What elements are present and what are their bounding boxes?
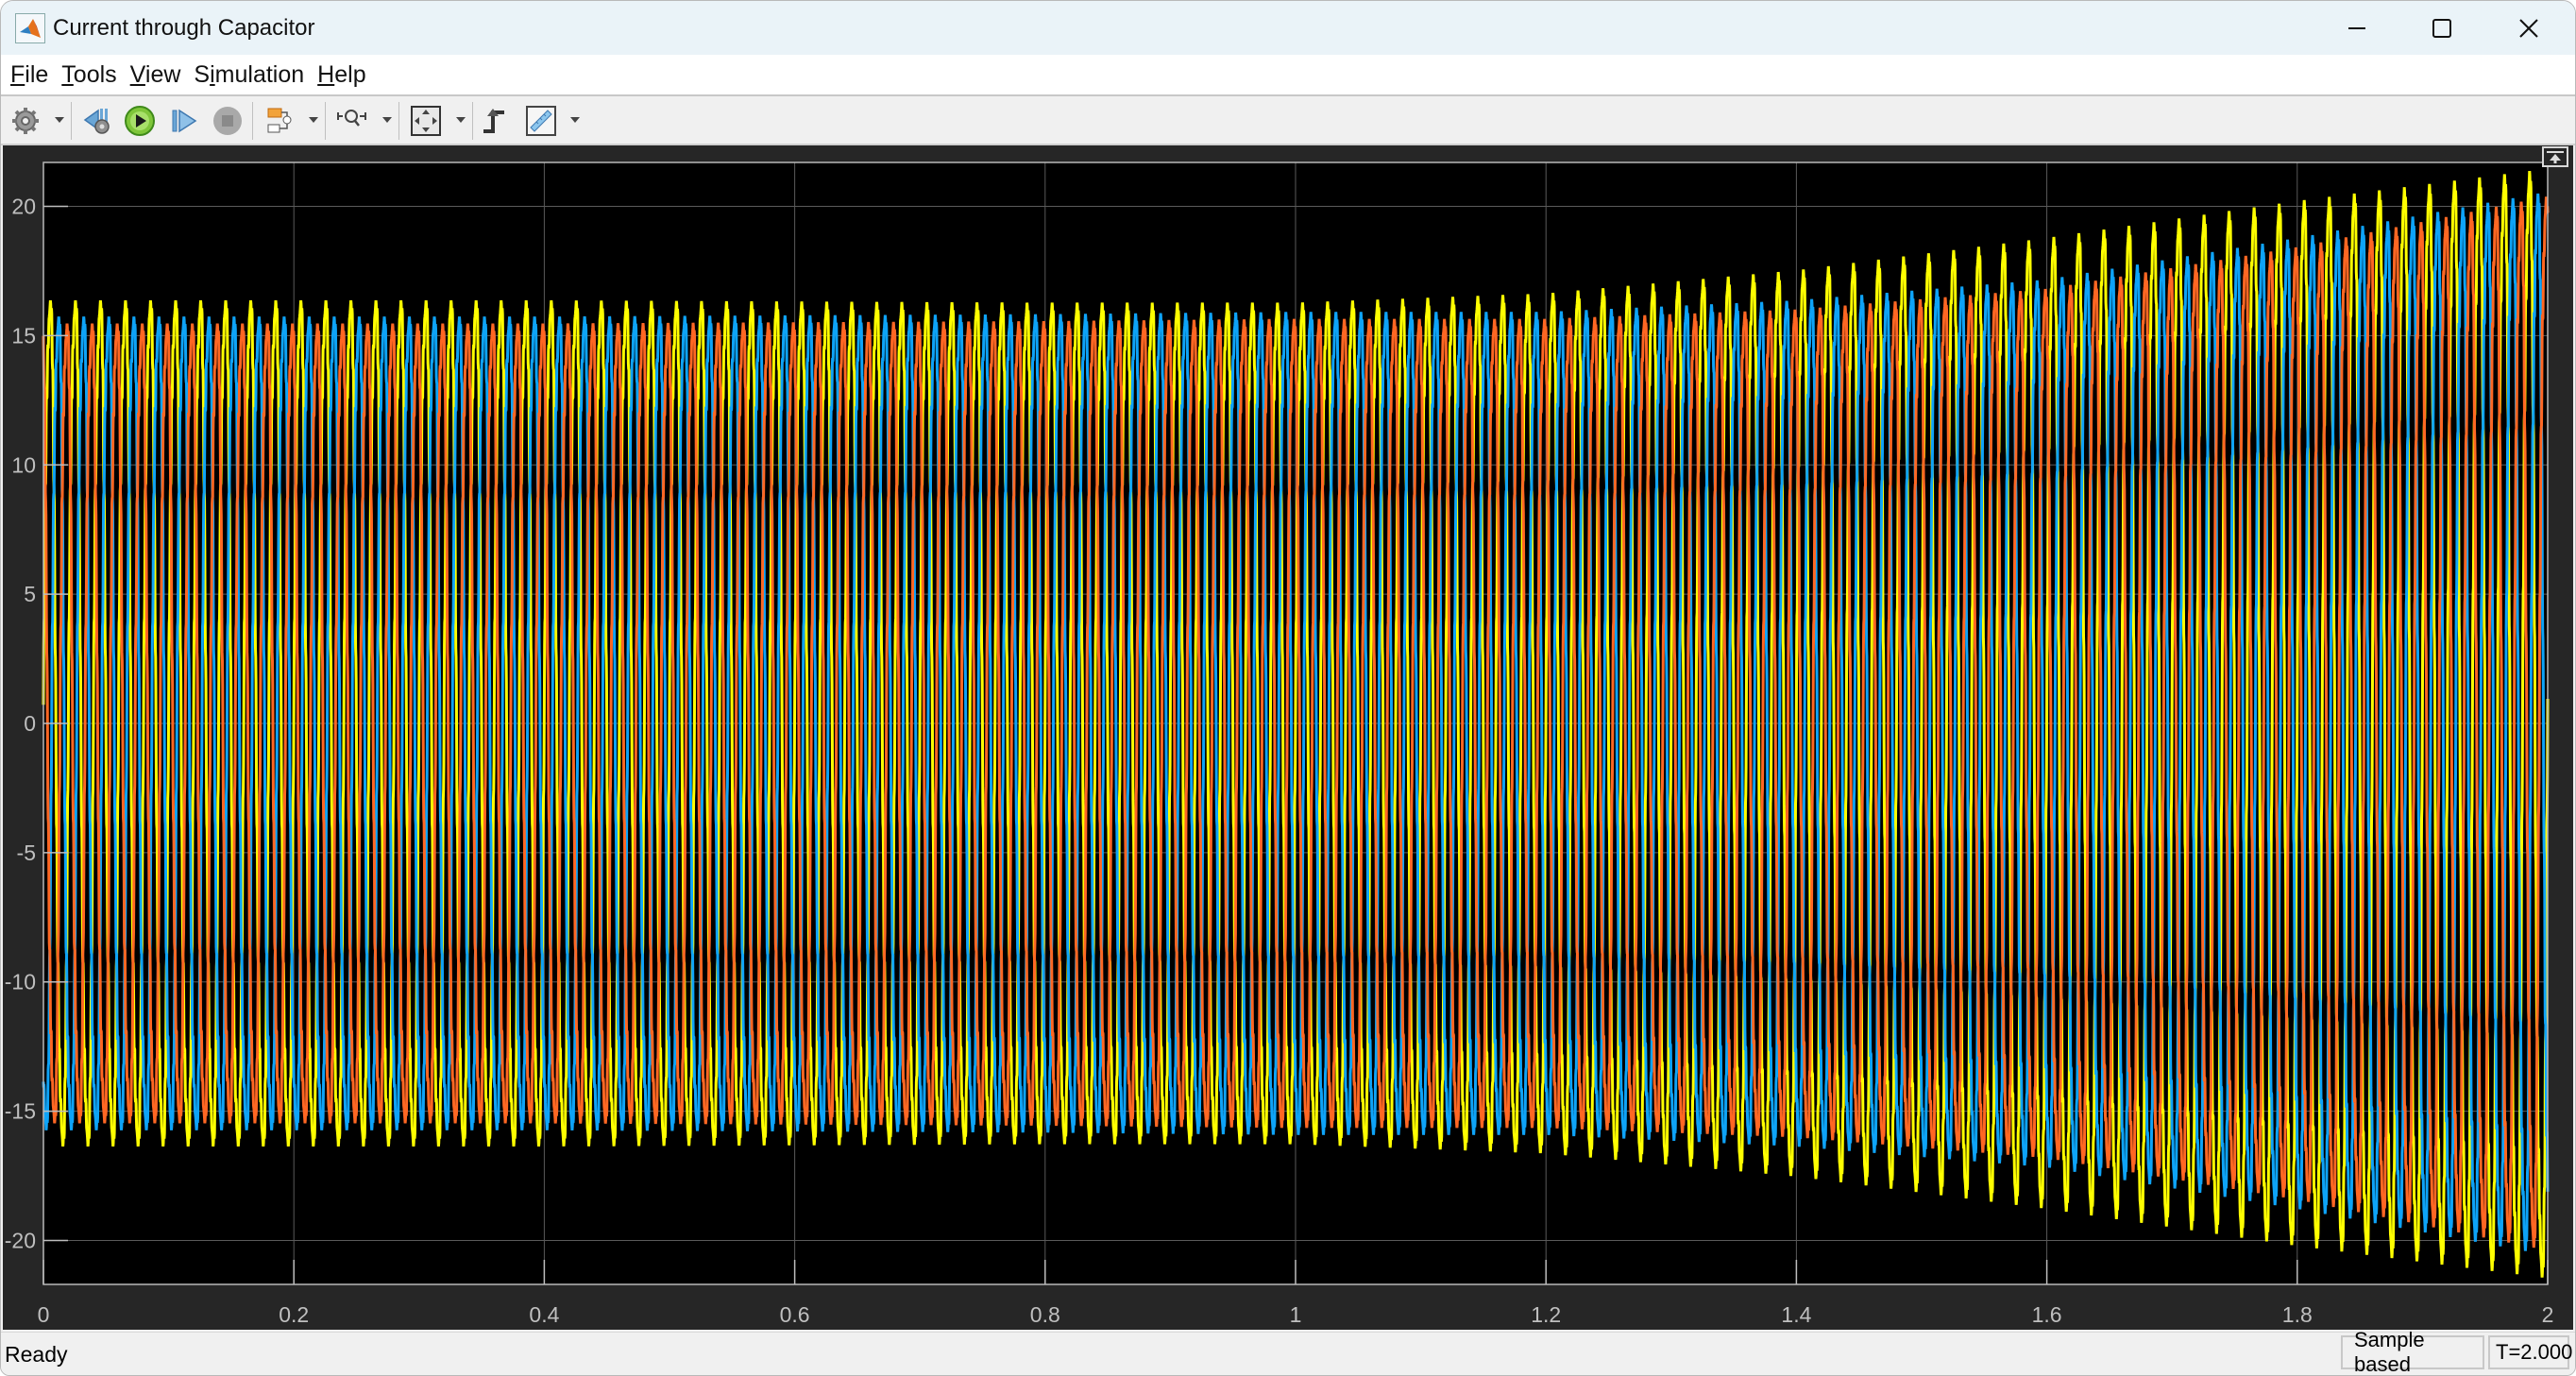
simulation-time-indicator: T=2.000 [2488, 1335, 2572, 1369]
x-tick-label: 1.8 [2282, 1302, 2313, 1327]
y-tick-label: 10 [11, 452, 36, 477]
measurements-dropdown-arrow[interactable] [570, 117, 580, 123]
autoscale-button[interactable] [409, 104, 443, 138]
signal-traces [42, 171, 2550, 1278]
x-tick-label: 1 [1290, 1302, 1302, 1327]
menu-help-rest: elp [334, 60, 366, 88]
stop-button[interactable] [211, 104, 245, 138]
close-button[interactable] [2486, 1, 2571, 55]
window-title: Current through Capacitor [53, 14, 315, 41]
highlight-dropdown-arrow[interactable] [309, 117, 318, 123]
triggers-button[interactable] [479, 104, 513, 138]
step-forward-icon [172, 109, 197, 133]
y-tick-label: -20 [5, 1228, 36, 1252]
zoom-dropdown-arrow[interactable] [382, 117, 392, 123]
step-back-icon [83, 109, 110, 134]
configuration-properties-button[interactable] [8, 104, 42, 138]
y-tick-label: 0 [24, 711, 36, 736]
run-button[interactable] [123, 104, 157, 138]
minimize-button[interactable] [2314, 1, 2399, 55]
maximize-icon [2432, 18, 2451, 38]
zoom-x-icon [337, 110, 366, 127]
menu-tools-rest: ools [73, 60, 117, 88]
y-tick-label: -15 [5, 1099, 36, 1124]
axes-menu-button[interactable] [2542, 146, 2568, 167]
menu-file-rest: ile [25, 60, 49, 88]
configuration-dropdown-arrow[interactable] [55, 117, 64, 123]
block-diagram-icon [267, 108, 292, 133]
x-tick-label: 1.2 [1531, 1302, 1561, 1327]
highlight-simulink-block-button[interactable] [263, 104, 297, 138]
x-tick-label: 2 [2542, 1302, 2554, 1327]
autoscale-dropdown-arrow[interactable] [456, 117, 466, 123]
y-tick-label: -5 [17, 841, 36, 865]
measurements-button[interactable] [524, 104, 558, 138]
fit-to-view-icon [411, 106, 441, 136]
gear-icon [12, 108, 39, 134]
menu-view-rest: iew [144, 60, 181, 88]
zoom-button[interactable] [335, 104, 369, 138]
y-tick-label: 20 [11, 195, 36, 219]
status-text: Ready [5, 1342, 68, 1367]
play-icon [125, 106, 155, 136]
matlab-logo-icon [15, 12, 45, 43]
scope-plot[interactable]: -20 -15 -10 -5 0 5 10 15 20 0 0.2 0.4 0.6 0.8 1 1.2 1.4… [3, 145, 2573, 1330]
menu-tools[interactable]: Tools [61, 61, 116, 89]
menu-bar: File Tools View Simulation Help ⤸ [1, 55, 2575, 140]
x-tick-label: 0.8 [1030, 1302, 1060, 1327]
step-forward-button[interactable] [167, 104, 201, 138]
maximize-button[interactable] [2399, 1, 2484, 55]
x-tick-label: 1.6 [2032, 1302, 2062, 1327]
trigger-icon [483, 109, 504, 133]
menu-simulation-pre: S [194, 60, 211, 88]
status-bar: Ready Sample based T=2.000 [1, 1328, 2575, 1375]
x-tick-label: 0.4 [529, 1302, 559, 1327]
toolbar-separator [252, 102, 253, 140]
menu-simulation-rest: mulation [214, 60, 305, 88]
y-tick-label: 5 [24, 582, 36, 606]
x-tick-label: 0.2 [279, 1302, 309, 1327]
toolbar-separator [398, 102, 399, 140]
scope-window: Current through Capacitor File Tools Vie… [0, 0, 2576, 1376]
y-tick-label: -10 [5, 970, 36, 994]
toolbar-separator [325, 102, 326, 140]
y-tick-label: 15 [11, 323, 36, 348]
menu-help[interactable]: Help [317, 61, 365, 89]
toolbar-separator [71, 102, 72, 140]
ruler-icon [526, 106, 556, 136]
title-bar[interactable]: Current through Capacitor [1, 1, 2575, 55]
x-tick-label: 0 [38, 1302, 50, 1327]
scope-display: -20 -15 -10 -5 0 5 10 15 20 0 0.2 0.4 0.6 0.8 1 1.2 1.4… [3, 145, 2573, 1330]
menu-view[interactable]: View [130, 61, 181, 89]
menu-file[interactable]: File [10, 61, 48, 89]
step-back-button[interactable] [80, 104, 114, 138]
sample-mode-indicator: Sample based [2341, 1328, 2484, 1375]
x-tick-label: 1.4 [1781, 1302, 1811, 1327]
toolbar-separator [472, 102, 473, 140]
menu-simulation[interactable]: Simulation [194, 61, 304, 89]
stop-icon [213, 107, 242, 135]
toolbar [1, 96, 2575, 145]
x-tick-label: 0.6 [780, 1302, 810, 1327]
minimize-icon [2348, 26, 2365, 29]
close-icon [2519, 18, 2538, 38]
